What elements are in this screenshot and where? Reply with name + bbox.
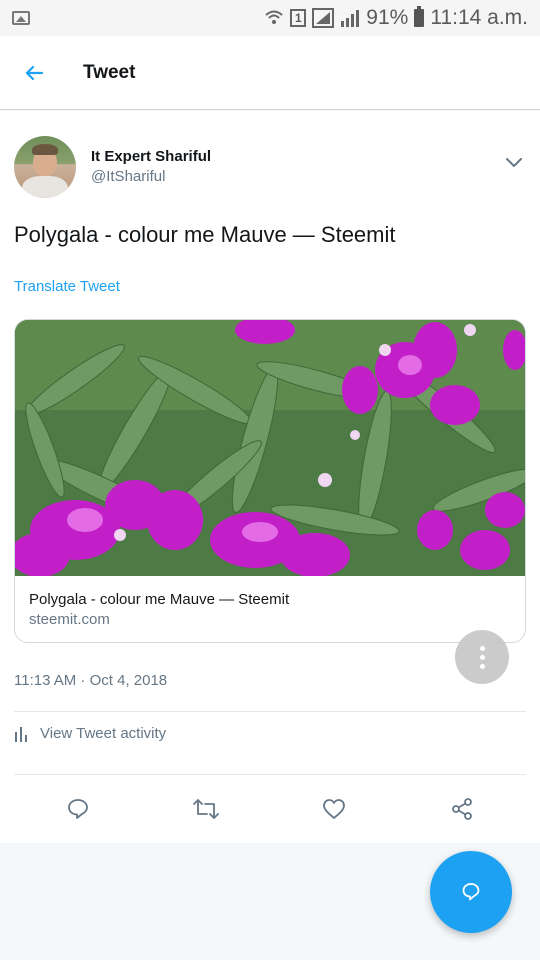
gallery-notification-icon [12, 11, 30, 25]
author-row[interactable]: It Expert Shariful @ItShariful [14, 136, 211, 198]
signal-strength-icon [341, 10, 360, 27]
divider [14, 711, 526, 712]
reply-icon [68, 799, 88, 819]
retweet-button[interactable] [190, 793, 222, 825]
heart-icon [323, 799, 345, 819]
link-card[interactable]: Polygala - colour me Mauve — Steemit ste… [14, 319, 526, 643]
tweet-options-button[interactable] [500, 149, 528, 177]
tweet-actions [0, 787, 540, 831]
share-button[interactable] [446, 793, 478, 825]
reply-button[interactable] [62, 793, 94, 825]
tweet-text: Polygala - colour me Mauve — Steemit [14, 222, 396, 247]
card-domain: steemit.com [29, 611, 110, 628]
more-vertical-icon [479, 645, 485, 669]
page-title: Tweet [83, 61, 136, 83]
view-tweet-activity[interactable]: View Tweet activity [14, 725, 166, 742]
more-options-button[interactable] [455, 630, 509, 684]
author-name[interactable]: It Expert Shariful [91, 147, 211, 167]
app-header: Tweet [0, 36, 540, 110]
author-handle[interactable]: @ItShariful [91, 167, 211, 187]
avatar[interactable] [14, 136, 76, 198]
status-bar: 1 91% 11:14 a.m. [0, 0, 540, 36]
wifi-icon [265, 10, 283, 24]
compose-reply-icon [462, 883, 480, 901]
back-button[interactable] [6, 45, 62, 101]
battery-icon [414, 6, 425, 27]
sim-indicator: 1 [290, 9, 307, 27]
arrow-left-icon [25, 65, 44, 80]
chevron-down-icon [506, 158, 522, 167]
signal-icon [312, 8, 335, 28]
card-title: Polygala - colour me Mauve — Steemit [29, 591, 290, 608]
like-button[interactable] [318, 793, 350, 825]
share-icon [452, 798, 472, 820]
status-time: 11:14 a.m. [430, 6, 528, 29]
compose-reply-button[interactable] [430, 851, 512, 933]
activity-label: View Tweet activity [40, 725, 167, 742]
translate-tweet-link[interactable]: Translate Tweet [14, 278, 120, 295]
divider [14, 774, 526, 775]
battery-percent: 91% [366, 6, 409, 29]
bar-chart-icon [15, 726, 27, 742]
tweet-detail: It Expert Shariful @ItShariful Polygala … [0, 111, 540, 843]
retweet-icon [193, 799, 219, 819]
card-image [15, 320, 525, 576]
tweet-timestamp: 11:13 AM · Oct 4, 2018 [14, 672, 168, 689]
